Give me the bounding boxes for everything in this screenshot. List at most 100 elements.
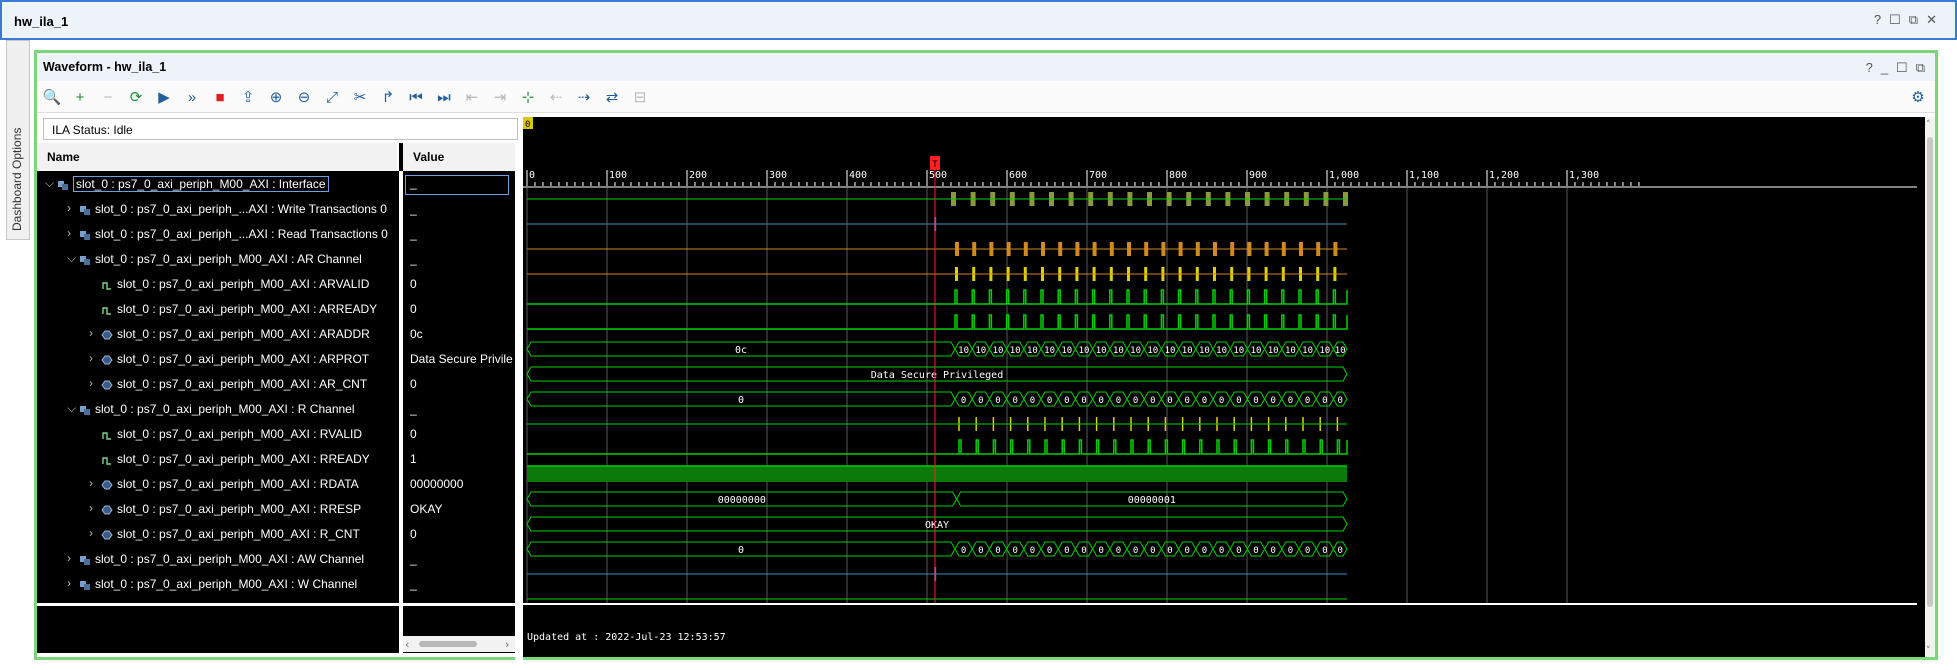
- help-icon[interactable]: ?: [1874, 12, 1881, 28]
- expand-icon[interactable]: ›: [89, 376, 93, 390]
- gear-icon[interactable]: ⚙: [1907, 86, 1929, 108]
- zoom-in-icon[interactable]: ⊕: [265, 86, 287, 108]
- go-to-start-icon[interactable]: ⏮: [405, 86, 427, 108]
- signal-value: Data Secure Privile: [410, 352, 513, 366]
- zoom-fit-icon[interactable]: ⤢: [321, 86, 343, 108]
- wave-bus-value: 00000000: [718, 495, 766, 506]
- signal-row[interactable]: ⌵ slot_0 : ps7_0_axi_periph_M00_AXI : AR …: [37, 248, 515, 273]
- trigger-marker-label: T: [932, 160, 938, 170]
- signal-name: slot_0 : ps7_0_axi_periph_...AXI : Read …: [95, 227, 388, 241]
- remove-icon[interactable]: −: [97, 86, 119, 108]
- name-column-header[interactable]: Name: [37, 143, 399, 171]
- zoom-out-icon[interactable]: ⊖: [293, 86, 315, 108]
- expand-icon[interactable]: ›: [89, 526, 93, 540]
- signal-value: _: [410, 252, 417, 266]
- bus-icon: [101, 479, 113, 491]
- collapse-icon[interactable]: ⌵: [67, 251, 76, 266]
- run-trigger-immediate-icon[interactable]: ⟳: [125, 86, 147, 108]
- signal-row[interactable]: › slot_0 : ps7_0_axi_periph_M00_AXI : AR_…: [37, 373, 515, 398]
- cut-icon[interactable]: ✂: [349, 86, 371, 108]
- wave-bus-value: 0: [1167, 546, 1172, 556]
- float-icon[interactable]: ⧉: [1909, 12, 1918, 28]
- wave-bus-value: 0: [1236, 396, 1241, 406]
- signal-row[interactable]: ⌵ slot_0 : ps7_0_axi_periph_M00_AXI : R C…: [37, 398, 515, 423]
- wave-bus-value: 0: [978, 546, 983, 556]
- wave-bus-value: 10: [1335, 346, 1346, 356]
- minimize-icon[interactable]: _: [1881, 60, 1888, 76]
- signal-name: slot_0 : ps7_0_axi_periph_M00_AXI : ARPR…: [117, 352, 370, 366]
- signal-row[interactable]: ⌵ slot_0 : ps7_0_axi_periph_M00_AXI : Int…: [37, 173, 515, 198]
- expand-icon[interactable]: ›: [89, 326, 93, 340]
- add-marker-icon[interactable]: ⊹: [517, 86, 539, 108]
- signal-row[interactable]: slot_0 : ps7_0_axi_periph_M00_AXI : ARRE…: [37, 298, 515, 323]
- wave-bus-value: 0: [1081, 546, 1086, 556]
- wave-bus-value: 0: [1337, 396, 1342, 406]
- signal-row[interactable]: › slot_0 : ps7_0_axi_periph_M00_AXI : AW …: [37, 548, 515, 573]
- prev-transition-icon[interactable]: ⇤: [461, 86, 483, 108]
- wave-bus-value: 0: [1047, 546, 1052, 556]
- expand-icon[interactable]: ›: [67, 201, 71, 215]
- waveform-controls: ? _ ☐ ⧉: [1866, 60, 1925, 76]
- expand-icon[interactable]: ›: [89, 501, 93, 515]
- expand-icon[interactable]: ›: [67, 226, 71, 240]
- wave-bus-value: 0: [1219, 546, 1224, 556]
- value-column-header[interactable]: Value: [403, 143, 515, 171]
- svg-text:›: ›: [505, 638, 509, 651]
- bit-icon: [101, 304, 113, 316]
- next-transition-icon[interactable]: ⇥: [489, 86, 511, 108]
- float-icon[interactable]: ⧉: [1916, 60, 1925, 76]
- search-icon[interactable]: 🔍: [41, 86, 63, 108]
- waveform-canvas[interactable]: 00 100 200 300 400 500 600 700 800 900 1,000 1,100 1…: [523, 117, 1931, 657]
- expand-icon[interactable]: ›: [67, 551, 71, 565]
- wave-bus-value: 0c: [735, 345, 747, 356]
- go-to-cursor-icon[interactable]: ↱: [377, 86, 399, 108]
- help-icon[interactable]: ?: [1866, 60, 1873, 76]
- close-icon[interactable]: ✕: [1926, 12, 1937, 28]
- signal-name: slot_0 : ps7_0_axi_periph_M00_AXI : AR C…: [95, 252, 362, 266]
- signal-row[interactable]: slot_0 : ps7_0_axi_periph_M00_AXI : RREA…: [37, 448, 515, 473]
- go-to-end-icon[interactable]: ⏭: [433, 86, 455, 108]
- waveform-toolbar: ⚙ 🔍 + − ⟳ ▶ » ■ ⇪ ⊕ ⊖ ⤢ ✂ ↱ ⏮ ⏭ ⇤ ⇥ ⊹ ⇠ ⇢ ⇄ ⊟: [37, 81, 1935, 113]
- expand-icon[interactable]: ›: [67, 576, 71, 590]
- window-controls: ? ☐ ⧉ ✕: [1874, 12, 1937, 28]
- prev-marker-icon[interactable]: ⇠: [545, 86, 567, 108]
- signal-name: slot_0 : ps7_0_axi_periph_M00_AXI : AR_C…: [117, 377, 368, 391]
- signal-row[interactable]: › slot_0 : ps7_0_axi_periph_M00_AXI : ARP…: [37, 348, 515, 373]
- signal-name: slot_0 : ps7_0_axi_periph_...AXI : Write…: [95, 202, 387, 216]
- signal-row[interactable]: › slot_0 : ps7_0_axi_periph_M00_AXI : W C…: [37, 573, 515, 598]
- expand-icon[interactable]: ›: [89, 351, 93, 365]
- maximize-icon[interactable]: ☐: [1896, 60, 1908, 76]
- signal-value: _: [410, 552, 417, 566]
- signal-row[interactable]: slot_0 : ps7_0_axi_periph_M00_AXI : ARVA…: [37, 273, 515, 298]
- wave-bus-value: 0: [1150, 396, 1155, 406]
- add-icon[interactable]: +: [69, 86, 91, 108]
- signal-value: 0: [410, 302, 417, 316]
- pane-splitter[interactable]: [515, 143, 523, 663]
- signal-row[interactable]: › slot_0 : ps7_0_axi_periph_M00_AXI : ARA…: [37, 323, 515, 348]
- signal-row[interactable]: › slot_0 : ps7_0_axi_periph_M00_AXI : RDA…: [37, 473, 515, 498]
- swap-cursors-icon[interactable]: ⇄: [601, 86, 623, 108]
- run-immediate-icon[interactable]: »: [181, 86, 203, 108]
- waveform-vertical-scrollbar[interactable]: ˄ ˅: [1925, 117, 1935, 657]
- snap-icon[interactable]: ⊟: [629, 86, 651, 108]
- wave-bus-value: 0: [1150, 546, 1155, 556]
- expand-icon[interactable]: ›: [89, 476, 93, 490]
- signal-row[interactable]: › slot_0 : ps7_0_axi_periph_M00_AXI : RRE…: [37, 498, 515, 523]
- minimize-icon[interactable]: ☐: [1889, 12, 1901, 28]
- export-icon[interactable]: ⇪: [237, 86, 259, 108]
- stop-icon[interactable]: ■: [209, 86, 231, 108]
- wave-bus-value: 0: [1081, 396, 1086, 406]
- collapse-icon[interactable]: ⌵: [67, 401, 76, 416]
- signal-row[interactable]: slot_0 : ps7_0_axi_periph_M00_AXI : RVAL…: [37, 423, 515, 448]
- wave-bus-value: 10: [1061, 346, 1072, 356]
- next-marker-icon[interactable]: ⇢: [573, 86, 595, 108]
- collapse-icon[interactable]: ⌵: [45, 176, 54, 191]
- wave-bus-value: OKAY: [925, 520, 949, 531]
- run-trigger-icon[interactable]: ▶: [153, 86, 175, 108]
- value-horizontal-scrollbar[interactable]: ‹ ›: [403, 636, 515, 652]
- signal-row[interactable]: › slot_0 : ps7_0_axi_periph_...AXI : Read…: [37, 223, 515, 248]
- signal-row[interactable]: › slot_0 : ps7_0_axi_periph_...AXI : Writ…: [37, 198, 515, 223]
- signal-row[interactable]: › slot_0 : ps7_0_axi_periph_M00_AXI : R_C…: [37, 523, 515, 548]
- dashboard-options-tab[interactable]: Dashboard Options: [6, 40, 30, 240]
- wave-bus-value: 10: [1165, 346, 1176, 356]
